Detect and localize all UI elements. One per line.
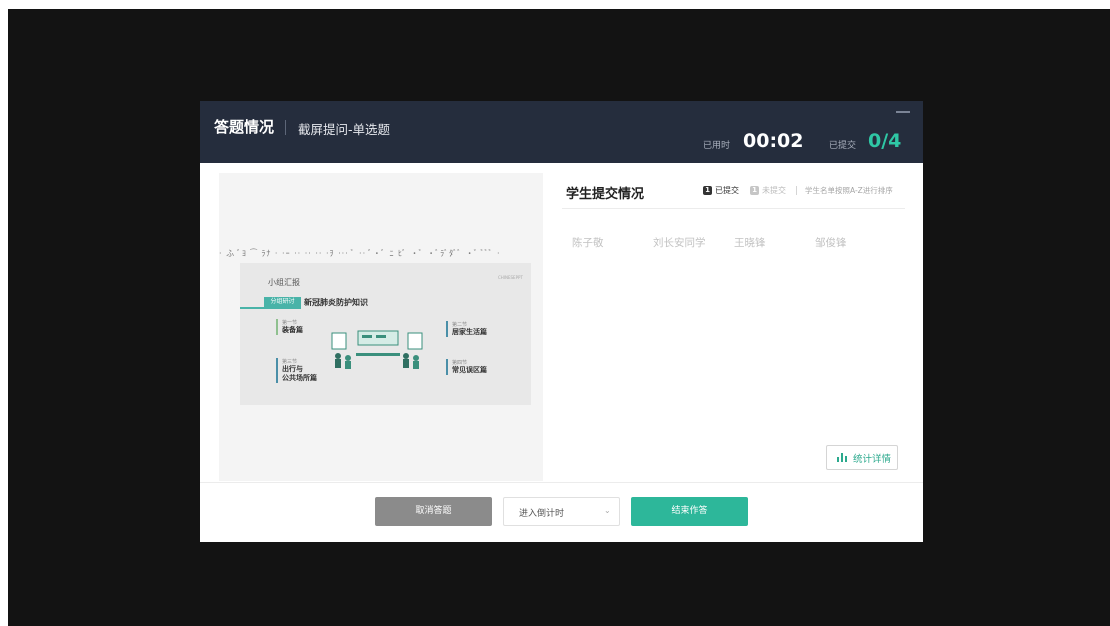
meeting-illustration xyxy=(331,330,423,369)
elapsed-timer: 00:02 xyxy=(743,130,804,152)
stats-details-label: 统计详情 xyxy=(853,454,892,465)
slide-item-num: 第一节 xyxy=(282,320,298,326)
student-name: 刘长安同学 xyxy=(653,237,706,249)
submitted-legend-icon: 1 xyxy=(703,186,712,195)
slide-tag: 分组研讨 xyxy=(264,297,301,307)
student-name: 王晓锋 xyxy=(734,237,766,249)
chevron-down-icon: ⌄ xyxy=(604,506,611,515)
submission-title: 学生提交情况 xyxy=(566,187,645,202)
slide-item-2: 第二节 居家生活篇 xyxy=(446,321,487,337)
slide-item-title: 居家生活篇 xyxy=(452,328,487,336)
not-submitted-legend-label: 未提交 xyxy=(762,186,786,195)
submission-divider xyxy=(562,208,905,209)
bar-chart-icon xyxy=(837,453,847,462)
submitted-label: 已提交 xyxy=(829,141,857,151)
slide-topic: 新冠肺炎防护知识 xyxy=(304,298,368,307)
slide-item-title: 装备篇 xyxy=(282,326,303,334)
sort-note: 学生名单按照A-Z进行排序 xyxy=(805,186,893,195)
slide-item-title-line2: 公共场所篇 xyxy=(282,374,317,382)
screenshot-preview: · ふ ﾞﾖ ⁀ ﾗﾅ · ·ｰ ·· ·· ·· ·ｦ ··· ﾞ ·· ﾞ·… xyxy=(219,173,543,481)
submitted-legend-label: 已提交 xyxy=(715,186,739,195)
slide-title: 小组汇报 xyxy=(268,278,300,287)
slide-corner-mark: CHINESEPPT xyxy=(498,275,523,280)
slide-item-title: 出行与 xyxy=(282,365,303,373)
elapsed-label: 已用时 xyxy=(703,141,731,151)
student-name: 陈子敬 xyxy=(572,237,604,249)
slide-item-title: 常见误区篇 xyxy=(452,366,487,374)
toolbar-strip-text: · ふ ﾞﾖ ⁀ ﾗﾅ · ·ｰ ·· ·· ·· ·ｦ ··· ﾞ ·· ﾞ·… xyxy=(219,249,501,258)
dialog-title: 答题情况 xyxy=(214,118,275,136)
slide-tag-line xyxy=(240,307,301,309)
title-divider xyxy=(285,120,286,135)
submission-panel: 学生提交情况 1 已提交 1 未提交 学生名单按照A-Z进行排序 陈子敬 刘长安… xyxy=(562,173,910,481)
end-answer-button[interactable]: 结束作答 xyxy=(631,497,748,526)
footer-divider xyxy=(200,482,923,483)
question-type: 截屏提问-单选题 xyxy=(298,122,391,137)
minimize-button[interactable] xyxy=(896,111,910,113)
legend-divider xyxy=(796,186,797,195)
countdown-select-label: 进入倒计时 xyxy=(519,509,565,519)
cancel-answer-button[interactable]: 取消答题 xyxy=(375,497,492,526)
dialog-header: 答题情况 截屏提问-单选题 已用时 00:02 已提交 0/4 xyxy=(200,101,923,163)
answer-status-dialog: 答题情况 截屏提问-单选题 已用时 00:02 已提交 0/4 · ふ ﾞﾖ ⁀… xyxy=(200,101,923,542)
slide-item-3: 第三节 出行与 公共场所篇 xyxy=(276,358,317,383)
slide-thumbnail: 小组汇报 CHINESEPPT 分组研讨 新冠肺炎防护知识 第一节 装备篇 第三… xyxy=(240,263,531,405)
slide-item-num: 第二节 xyxy=(452,322,468,328)
slide-item-num: 第四节 xyxy=(452,360,468,366)
stats-details-button[interactable]: 统计详情 xyxy=(826,445,898,470)
submitted-count: 0/4 xyxy=(868,130,902,152)
countdown-select[interactable]: 进入倒计时 ⌄ xyxy=(503,497,620,526)
slide-item-num: 第三节 xyxy=(282,359,298,365)
not-submitted-legend-icon: 1 xyxy=(750,186,759,195)
slide-item-1: 第一节 装备篇 xyxy=(276,319,303,335)
student-name: 邹俊锋 xyxy=(815,237,847,249)
slide-item-4: 第四节 常见误区篇 xyxy=(446,359,487,375)
